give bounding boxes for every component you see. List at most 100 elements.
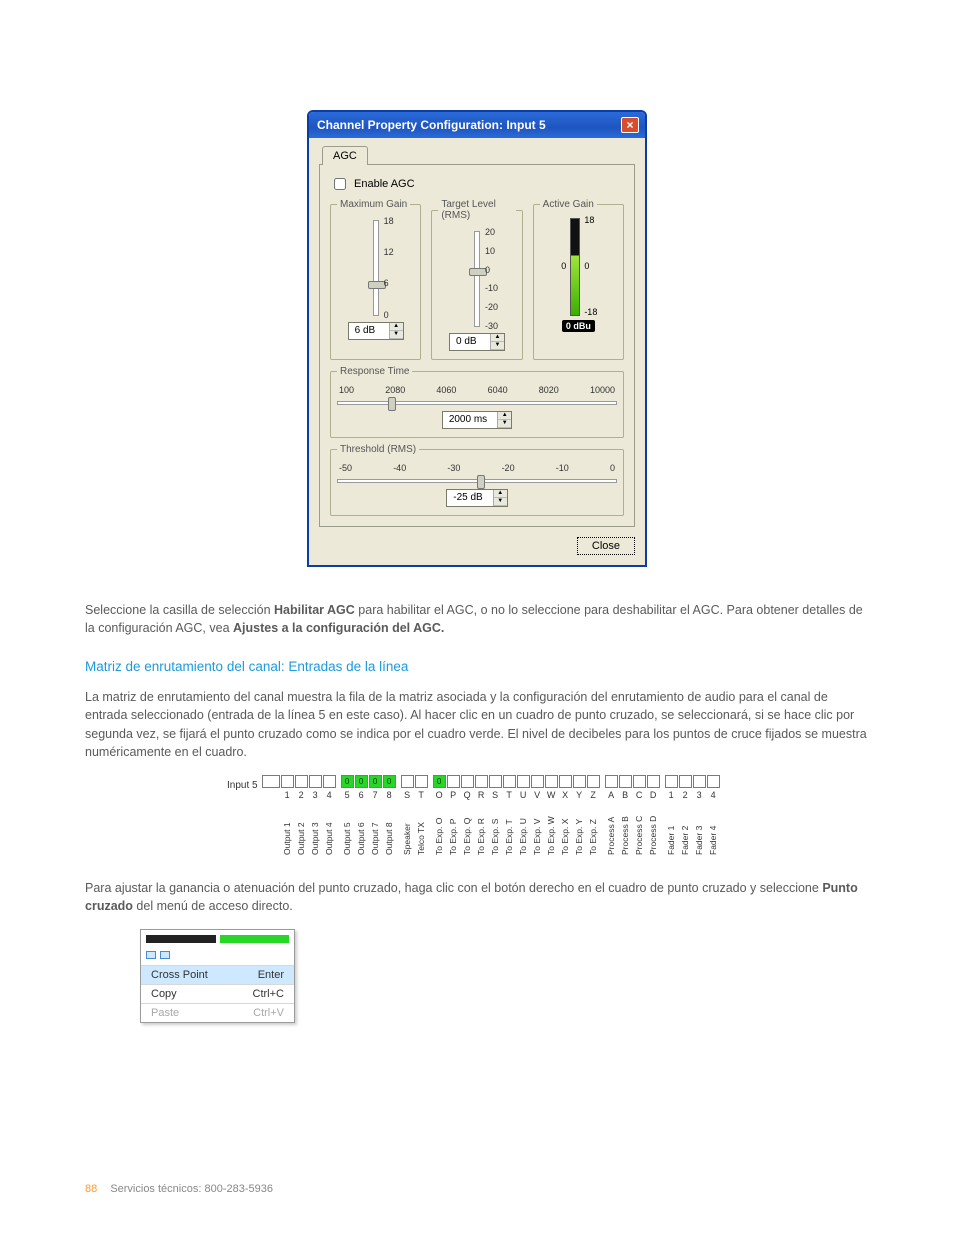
page-footer: 88 Servicios técnicos: 800-283-5936 — [85, 1183, 273, 1195]
paragraph-crosspoint-adjust: Para ajustar la ganancia o atenuación de… — [85, 879, 869, 915]
matrix-col-header: 7 — [373, 790, 378, 800]
matrix-col-label: Output 8 — [385, 803, 394, 855]
spinner-down-icon[interactable]: ▼ — [494, 498, 507, 506]
matrix-col-header: Y — [576, 790, 582, 800]
threshold-spinner[interactable]: -25 dB ▲▼ — [446, 489, 507, 507]
active-gain-value: 0 dBu — [562, 320, 595, 332]
matrix-cell[interactable] — [605, 775, 618, 788]
matrix-col-header: A — [608, 790, 614, 800]
matrix-col-header: D — [650, 790, 657, 800]
matrix-cell[interactable] — [693, 775, 706, 788]
spinner-up-icon[interactable]: ▲ — [498, 412, 511, 420]
matrix-cell[interactable] — [281, 775, 294, 788]
group-maximum-gain: Maximum Gain 18 12 6 0 — [330, 199, 421, 360]
matrix-col-header: 4 — [327, 790, 332, 800]
matrix-col-header: R — [478, 790, 485, 800]
legend-target-level: Target Level (RMS) — [438, 199, 515, 221]
matrix-col-label: Process A — [607, 803, 616, 855]
matrix-cell[interactable] — [309, 775, 322, 788]
max-gain-slider[interactable]: 18 12 6 0 — [373, 220, 379, 316]
spinner-up-icon[interactable]: ▲ — [390, 323, 403, 331]
matrix-cell[interactable] — [679, 775, 692, 788]
matrix-cell[interactable] — [545, 775, 558, 788]
matrix-cell[interactable]: 0 — [341, 775, 354, 788]
matrix-cell[interactable] — [503, 775, 516, 788]
matrix-col-header: U — [520, 790, 527, 800]
menu-item-paste[interactable]: Paste Ctrl+V — [141, 1003, 294, 1022]
group-target-level: Target Level (RMS) 20 10 0 -10 -20 — [431, 199, 522, 360]
matrix-col-header: 3 — [697, 790, 702, 800]
spinner-down-icon[interactable]: ▼ — [491, 342, 504, 350]
matrix-col-header: 4 — [711, 790, 716, 800]
matrix-col-label: Output 4 — [325, 803, 334, 855]
matrix-col-label: To Exp. Y — [575, 803, 584, 855]
matrix-cell[interactable] — [587, 775, 600, 788]
matrix-cell[interactable] — [619, 775, 632, 788]
matrix-col-label: Process C — [635, 803, 644, 855]
dialog-titlebar[interactable]: Channel Property Configuration: Input 5 … — [309, 112, 645, 138]
response-time-spinner[interactable]: 2000 ms ▲▼ — [442, 411, 512, 429]
active-gain-meter — [570, 218, 580, 316]
matrix-col-header: 6 — [359, 790, 364, 800]
matrix-col-label: Telco TX — [417, 803, 426, 855]
spinner-down-icon[interactable]: ▼ — [390, 331, 403, 339]
legend-active-gain: Active Gain — [540, 199, 597, 210]
legend-maximum-gain: Maximum Gain — [337, 199, 410, 210]
target-level-spinner[interactable]: 0 dB ▲▼ — [449, 333, 505, 351]
menu-item-cross-point[interactable]: Cross Point Enter — [141, 965, 294, 984]
matrix-lead-cell — [262, 775, 280, 788]
matrix-cell[interactable] — [461, 775, 474, 788]
matrix-col-label: Process B — [621, 803, 630, 855]
spinner-down-icon[interactable]: ▼ — [498, 420, 511, 428]
matrix-cell[interactable] — [517, 775, 530, 788]
matrix-cell[interactable] — [665, 775, 678, 788]
matrix-col-header: X — [562, 790, 568, 800]
matrix-cell[interactable] — [573, 775, 586, 788]
matrix-cell[interactable] — [559, 775, 572, 788]
menu-item-copy[interactable]: Copy Ctrl+C — [141, 984, 294, 1003]
matrix-cell[interactable] — [647, 775, 660, 788]
paragraph-matrix-desc: La matriz de enrutamiento del canal mues… — [85, 688, 869, 761]
matrix-col-header: S — [492, 790, 498, 800]
matrix-cell[interactable] — [475, 775, 488, 788]
spinner-up-icon[interactable]: ▲ — [494, 490, 507, 498]
matrix-col-header: Z — [590, 790, 596, 800]
matrix-cell[interactable]: 0 — [433, 775, 446, 788]
matrix-cell[interactable] — [447, 775, 460, 788]
matrix-cell[interactable] — [295, 775, 308, 788]
target-level-slider[interactable]: 20 10 0 -10 -20 -30 — [474, 231, 480, 327]
matrix-cell[interactable] — [489, 775, 502, 788]
matrix-col-label: Fader 1 — [667, 803, 676, 855]
matrix-col-header: P — [450, 790, 456, 800]
spinner-up-icon[interactable]: ▲ — [491, 334, 504, 342]
response-time-slider[interactable] — [337, 401, 617, 405]
matrix-cell[interactable] — [633, 775, 646, 788]
matrix-col-label: To Exp. U — [519, 803, 528, 855]
matrix-col-header: V — [534, 790, 540, 800]
enable-agc-input[interactable] — [334, 178, 346, 190]
matrix-cell[interactable]: 0 — [355, 775, 368, 788]
matrix-col-label: To Exp. S — [491, 803, 500, 855]
matrix-col-label: Output 2 — [297, 803, 306, 855]
matrix-col-header: S — [404, 790, 410, 800]
matrix-col-label: Output 7 — [371, 803, 380, 855]
tab-agc[interactable]: AGC — [322, 146, 368, 165]
context-menu: Cross Point Enter Copy Ctrl+C Paste Ctrl… — [140, 929, 295, 1023]
matrix-cell[interactable] — [707, 775, 720, 788]
matrix-cell[interactable]: 0 — [383, 775, 396, 788]
close-icon[interactable]: × — [621, 117, 639, 133]
group-response-time: Response Time 100 2080 4060 6040 8020 10… — [330, 366, 624, 438]
matrix-col-label: Output 1 — [283, 803, 292, 855]
max-gain-spinner[interactable]: 6 dB ▲▼ — [348, 322, 404, 340]
matrix-cell[interactable] — [531, 775, 544, 788]
matrix-cell[interactable] — [401, 775, 414, 788]
matrix-cell[interactable] — [323, 775, 336, 788]
agc-dialog: Channel Property Configuration: Input 5 … — [307, 110, 647, 567]
matrix-cell[interactable]: 0 — [369, 775, 382, 788]
threshold-slider[interactable] — [337, 479, 617, 483]
matrix-cell[interactable] — [415, 775, 428, 788]
dialog-close-button[interactable]: Close — [577, 537, 635, 555]
matrix-row-label: Input 5 — [227, 775, 262, 791]
enable-agc-checkbox[interactable]: Enable AGC — [330, 175, 415, 193]
dialog-title: Channel Property Configuration: Input 5 — [317, 118, 546, 132]
